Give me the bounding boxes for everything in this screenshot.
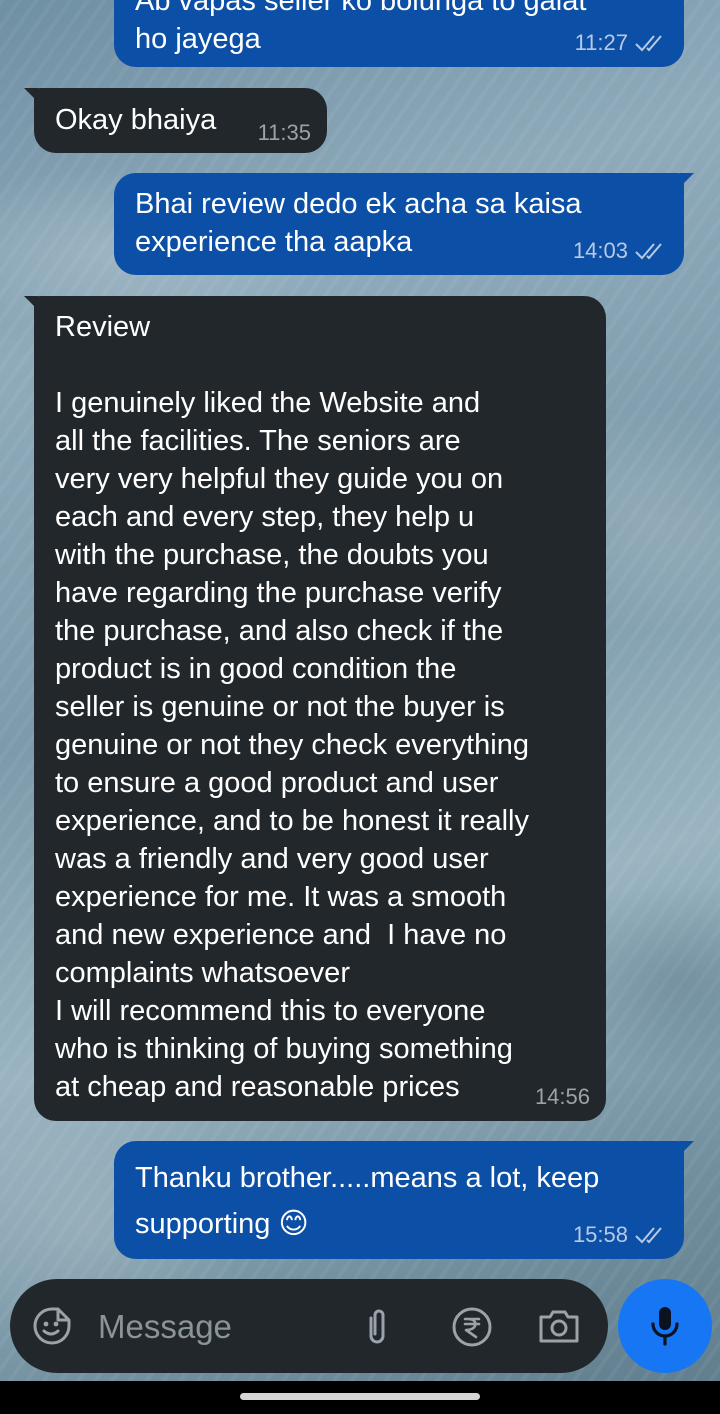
message-meta: 15:58 — [573, 1223, 668, 1247]
emoji-sticker-icon[interactable] — [32, 1306, 72, 1346]
message-input[interactable] — [96, 1301, 340, 1353]
message-bubble-incoming[interactable]: Okay bhaiya 11:35 — [24, 88, 327, 153]
read-receipt-icon — [635, 1227, 662, 1244]
message-meta: 14:03 — [573, 239, 668, 263]
message-time: 15:58 — [572, 1222, 628, 1247]
message-text: Review I genuinely liked the Website and… — [55, 311, 529, 1103]
message-meta: 11:27 — [575, 31, 668, 55]
message-bubble-outgoing[interactable]: Ab vapas seller ko bolunga to galat ho j… — [114, 0, 684, 67]
message-time: 14:03 — [572, 238, 628, 263]
microphone-icon — [651, 1307, 679, 1346]
microphone-button[interactable] — [618, 1279, 712, 1373]
message-bubble-incoming[interactable]: Review I genuinely liked the Website and… — [24, 296, 606, 1121]
paperclip-icon[interactable] — [362, 1306, 392, 1348]
rupee-payment-icon[interactable] — [451, 1306, 493, 1348]
read-receipt-icon — [635, 243, 662, 260]
message-time: 11:35 — [257, 120, 311, 145]
read-receipt-icon — [635, 35, 662, 52]
message-time: 11:27 — [574, 30, 628, 55]
message-meta: 14:56 — [535, 1085, 590, 1109]
message-bubble-outgoing[interactable]: Thanku brother.....means a lot, keep sup… — [114, 1141, 694, 1259]
message-composer — [10, 1279, 608, 1373]
camera-icon[interactable] — [537, 1307, 581, 1345]
message-bubble-outgoing[interactable]: Bhai review dedo ek acha sa kaisa experi… — [114, 173, 694, 275]
system-navigation-bar — [0, 1381, 720, 1414]
message-meta: 11:35 — [258, 121, 311, 145]
home-gesture-handle[interactable] — [240, 1393, 480, 1400]
message-time: 14:56 — [534, 1084, 590, 1109]
